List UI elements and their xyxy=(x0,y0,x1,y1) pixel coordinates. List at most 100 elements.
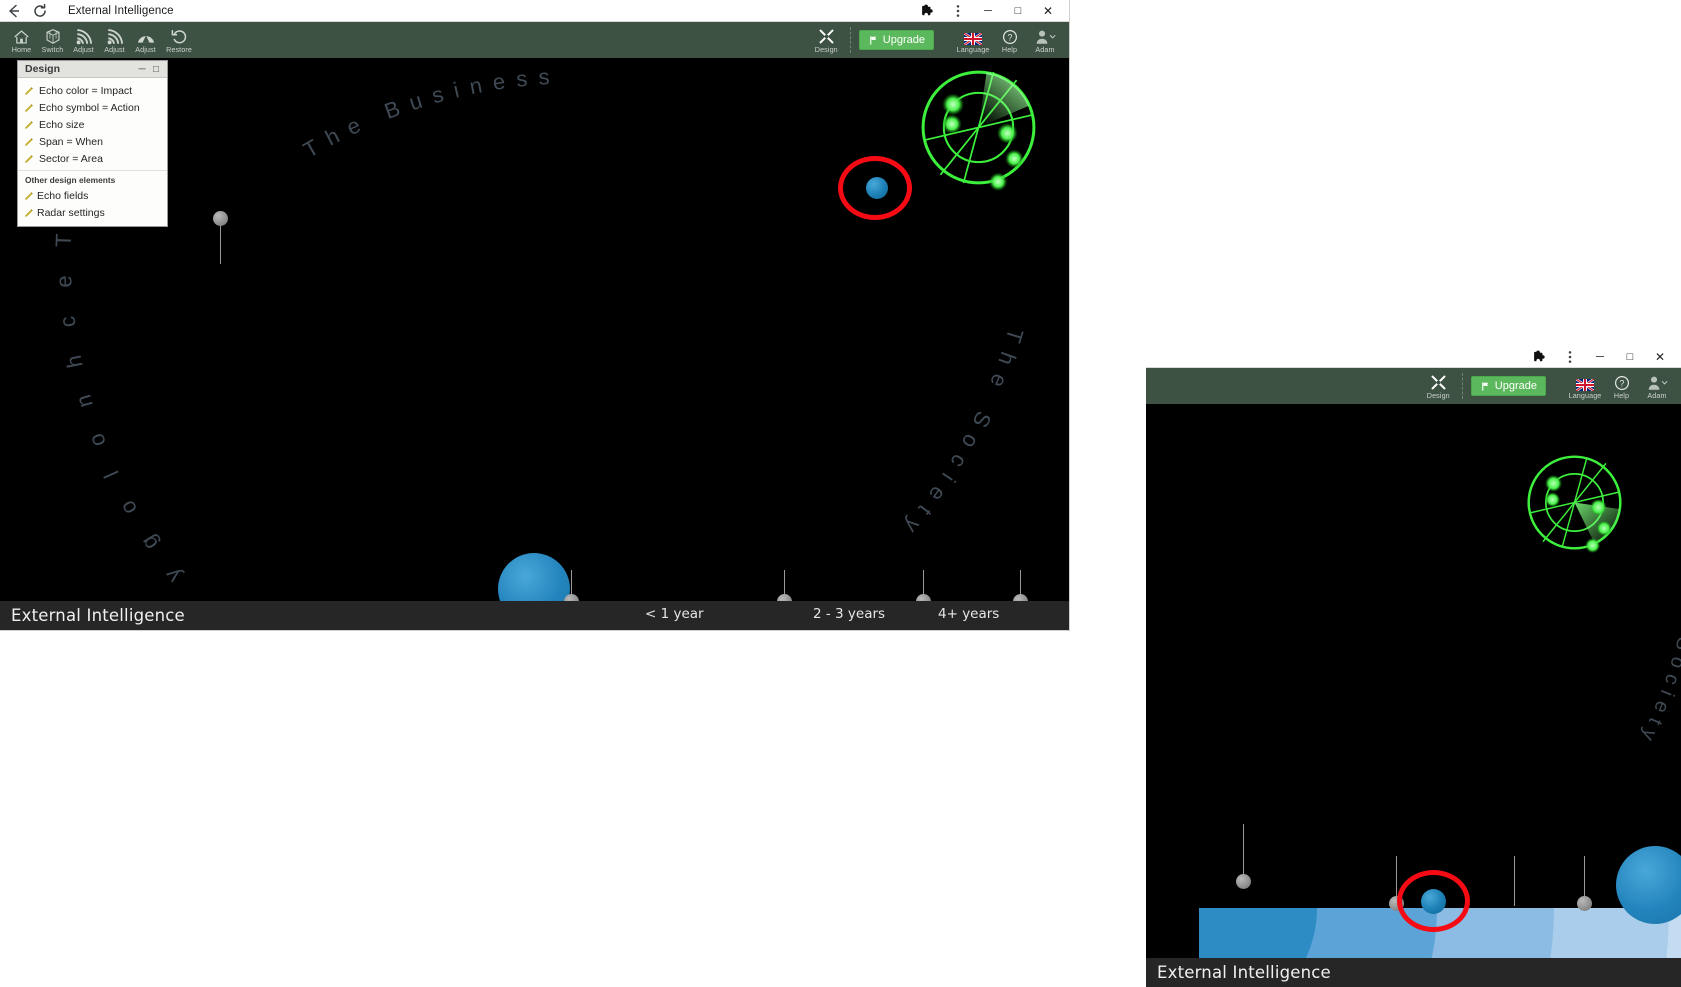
window1-minimize-button[interactable]: ─ xyxy=(973,0,1003,22)
question-mark-circle-icon: ? xyxy=(1614,374,1630,391)
design-item-echo-fields[interactable]: Echo fields xyxy=(18,187,167,204)
puzzle-piece-icon[interactable] xyxy=(1525,346,1555,368)
pencil-icon xyxy=(24,120,33,129)
design-scissors-icon xyxy=(818,28,835,45)
window2-statusbar: External Intelligence < 1 year 2 - 3 yea… xyxy=(1146,958,1681,987)
highlight-ring xyxy=(838,156,912,220)
pencil-icon xyxy=(24,208,33,217)
design-panel-title: Design xyxy=(25,63,61,75)
window-secondary[interactable]: ─ □ ✕ Design Upgrade Language ? Help Ada… xyxy=(1146,346,1681,987)
design-item-echo-symbol[interactable]: Echo symbol = Action xyxy=(18,99,167,116)
three-dot-menu-icon[interactable] xyxy=(943,0,973,22)
window2-app-toolbar: Design Upgrade Language ? Help Adam xyxy=(1146,368,1681,404)
window1-close-button[interactable]: ✕ xyxy=(1033,0,1063,22)
design-panel-minimize[interactable]: ─ xyxy=(135,64,149,75)
language-button[interactable]: Language xyxy=(954,22,992,58)
screen-root: ─ □ ✕ Design Upgrade Language ? Help Ada… xyxy=(0,0,1681,987)
puzzle-piece-icon[interactable] xyxy=(913,0,943,22)
window-primary[interactable]: External Intelligence ─ □ ✕ Home Switch … xyxy=(0,0,1069,630)
design-item-radar-settings[interactable]: Radar settings xyxy=(18,204,167,221)
toolbar-label: Adjust xyxy=(73,45,94,54)
window2-minimize-button[interactable]: ─ xyxy=(1585,346,1615,368)
design-item-label: Span = When xyxy=(39,135,103,148)
echo-dot-grey[interactable] xyxy=(213,211,228,226)
design-item-label: Echo color = Impact xyxy=(39,84,133,97)
window2-radar-canvas[interactable]: s i n e s s The Society y g o l o n h c … xyxy=(1146,404,1681,987)
upgrade-flag-icon xyxy=(1481,381,1489,391)
back-arrow-icon[interactable] xyxy=(6,3,22,19)
window1-title: External Intelligence xyxy=(68,4,174,17)
window2-scale-ticks: < 1 year 2 - 3 years 4+ years xyxy=(1146,958,1681,987)
design-scissors-icon xyxy=(1430,374,1447,391)
user-avatar-icon xyxy=(1646,374,1668,391)
scale-tick: 4+ years xyxy=(938,606,1000,622)
toolbar-divider xyxy=(849,27,851,53)
window1-titlebar: External Intelligence ─ □ ✕ xyxy=(0,0,1069,22)
svg-text:The Society: The Society xyxy=(893,326,1029,547)
upgrade-button[interactable]: Upgrade xyxy=(858,30,934,50)
design-panel-maximize[interactable]: □ xyxy=(149,64,163,75)
svg-text:The Business: The Business xyxy=(299,63,561,162)
pencil-icon xyxy=(24,154,33,163)
window2-close-button[interactable]: ✕ xyxy=(1645,346,1675,368)
toolbar-item-adjust-3[interactable]: Adjust xyxy=(130,22,161,58)
design-panel-body: Echo color = Impact Echo symbol = Action xyxy=(18,78,167,226)
upgrade-flag-icon xyxy=(869,35,877,45)
upgrade-label: Upgrade xyxy=(882,34,925,46)
design-item-label: Echo symbol = Action xyxy=(39,101,140,114)
toolbar-divider xyxy=(1461,373,1463,399)
scale-tick: 2 - 3 years xyxy=(813,606,886,622)
window1-scale-ticks: < 1 year 2 - 3 years 4+ years xyxy=(0,601,1069,630)
upgrade-label: Upgrade xyxy=(1494,380,1537,392)
design-button[interactable]: Design xyxy=(811,22,842,58)
toolbar-label: Home xyxy=(11,45,32,54)
toolbar-item-home[interactable]: Home xyxy=(6,22,37,58)
design-item-span[interactable]: Span = When xyxy=(18,133,167,150)
user-menu-button[interactable]: Adam xyxy=(1639,368,1675,404)
window1-maximize-button[interactable]: □ xyxy=(1003,0,1033,22)
upgrade-button[interactable]: Upgrade xyxy=(1470,376,1546,396)
help-button[interactable]: ? Help xyxy=(994,22,1025,58)
design-panel[interactable]: Design ─ □ Echo color = Impact Echo symb… xyxy=(17,60,168,227)
svg-text:?: ? xyxy=(1619,378,1624,388)
undo-restore-icon xyxy=(171,28,188,45)
design-panel-header[interactable]: Design ─ □ xyxy=(18,61,167,78)
svg-text:?: ? xyxy=(1007,32,1012,42)
question-mark-circle-icon: ? xyxy=(1002,28,1018,45)
signal-waves-icon xyxy=(75,28,92,45)
design-item-label: Sector = Area xyxy=(39,152,103,165)
design-button[interactable]: Design xyxy=(1423,368,1454,404)
gauge-icon xyxy=(137,28,155,45)
three-dot-menu-icon[interactable] xyxy=(1555,346,1585,368)
window2-titlebar: ─ □ ✕ xyxy=(1146,346,1681,368)
language-button[interactable]: Language xyxy=(1566,368,1604,404)
design-item-echo-color[interactable]: Echo color = Impact xyxy=(18,82,167,99)
scale-tick: < 1 year xyxy=(645,606,704,622)
svg-text:y g o l o n h c e T: y g o l o n h c e T xyxy=(51,222,186,587)
window1-radar-minimap[interactable] xyxy=(915,64,1042,191)
user-menu-button[interactable]: Adam xyxy=(1027,22,1063,58)
design-item-label: Radar settings xyxy=(37,206,105,219)
design-item-label: Echo fields xyxy=(37,189,89,202)
pencil-icon xyxy=(24,86,33,95)
help-label: Help xyxy=(1001,45,1018,54)
svg-text:The Society: The Society xyxy=(1634,568,1681,750)
help-button[interactable]: ? Help xyxy=(1606,368,1637,404)
home-icon xyxy=(13,28,30,45)
toolbar-item-restore[interactable]: Restore xyxy=(161,22,197,58)
window2-maximize-button[interactable]: □ xyxy=(1615,346,1645,368)
language-label: Language xyxy=(1568,391,1602,400)
pencil-icon xyxy=(24,103,33,112)
toolbar-item-switch[interactable]: Switch xyxy=(37,22,68,58)
toolbar-item-adjust-2[interactable]: Adjust xyxy=(99,22,130,58)
language-label: Language xyxy=(956,45,990,54)
toolbar-label: Switch xyxy=(41,45,64,54)
design-item-sector[interactable]: Sector = Area xyxy=(18,150,167,167)
toolbar-item-adjust-1[interactable]: Adjust xyxy=(68,22,99,58)
reload-icon[interactable] xyxy=(32,3,48,19)
uk-flag-icon xyxy=(964,28,982,45)
design-item-echo-size[interactable]: Echo size xyxy=(18,116,167,133)
pencil-icon xyxy=(24,137,33,146)
help-label: Help xyxy=(1613,391,1630,400)
window1-app-toolbar: Home Switch Adjust Adjust Adjust Restore… xyxy=(0,22,1069,58)
